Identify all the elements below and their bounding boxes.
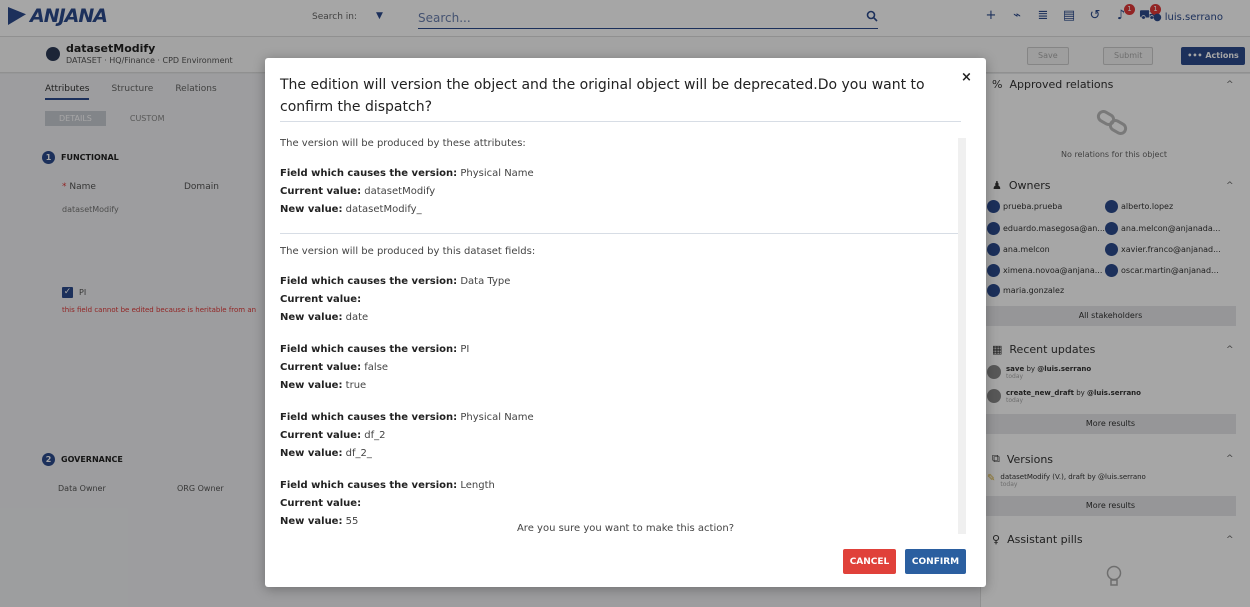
close-icon[interactable]: × [961, 70, 972, 85]
confirm-button[interactable]: CONFIRM [905, 549, 966, 574]
confirm-dialog: The edition will version the object and … [265, 58, 986, 587]
confirm-question: Are you sure you want to make this actio… [516, 523, 735, 534]
divider [280, 233, 961, 234]
fields-intro: The version will be produced by this dat… [280, 246, 536, 257]
version-field: Field which causes the version: Data Typ… [280, 276, 511, 323]
cancel-button[interactable]: CANCEL [843, 549, 896, 574]
version-field: Field which causes the version: Physical… [280, 168, 534, 215]
dialog-title: The edition will version the object and … [280, 77, 925, 115]
attributes-intro: The version will be produced by these at… [280, 138, 526, 149]
divider [280, 121, 961, 122]
version-field: Field which causes the version: PI Curre… [280, 344, 470, 391]
dialog-body[interactable]: The version will be produced by these at… [280, 138, 965, 534]
dialog-scrollbar[interactable] [958, 138, 966, 534]
version-field: Field which causes the version: Physical… [280, 412, 534, 459]
